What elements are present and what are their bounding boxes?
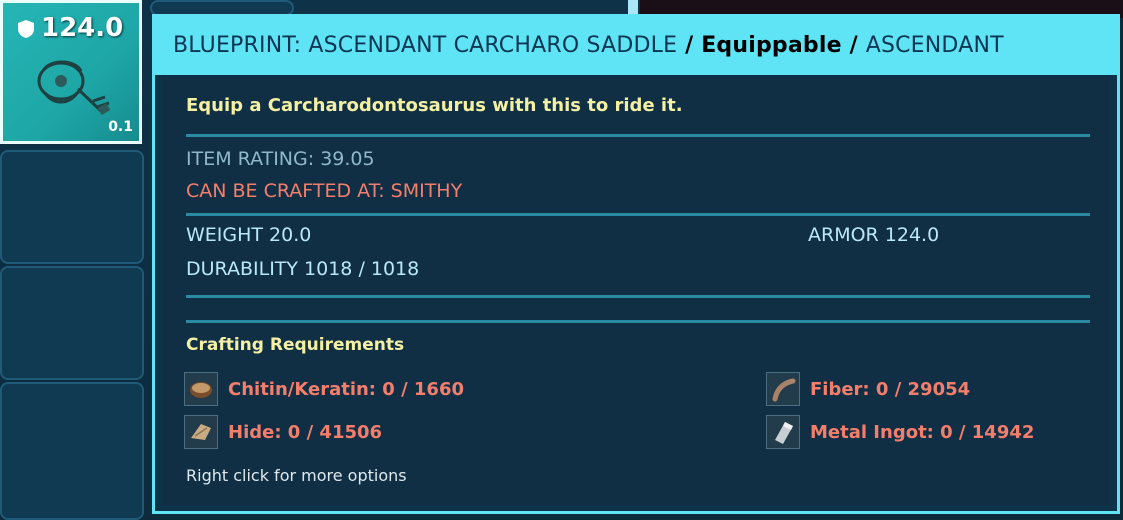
divider	[186, 320, 1090, 323]
requirement-hide: Hide: 0 / 41506	[184, 414, 382, 450]
slot-weight: 0.1	[108, 119, 133, 135]
requirement-label: Hide: 0 / 41506	[228, 421, 383, 443]
shield-icon	[18, 20, 34, 38]
requirement-chitin: Chitin/Keratin: 0 / 1660	[184, 371, 464, 407]
item-quality: ASCENDANT	[865, 33, 1004, 58]
divider	[186, 213, 1090, 216]
metal-ingot-icon	[766, 415, 800, 449]
item-description: Equip a Carcharodontosaurus with this to…	[186, 95, 683, 116]
weight-stat: WEIGHT 20.0	[186, 224, 312, 246]
crafting-requirements-title: Crafting Requirements	[186, 335, 405, 355]
requirement-metal-ingot: Metal Ingot: 0 / 14942	[766, 414, 1034, 450]
title-separator: /	[841, 33, 866, 58]
requirement-label: Metal Ingot: 0 / 14942	[810, 421, 1035, 443]
tooltip-title: BLUEPRINT: ASCENDANT CARCHARO SADDLE / E…	[173, 33, 1004, 58]
armor-stat: ARMOR 124.0	[808, 224, 940, 246]
fiber-icon	[766, 372, 800, 406]
tooltip-header: BLUEPRINT: ASCENDANT CARCHARO SADDLE / E…	[155, 17, 1117, 75]
divider	[186, 134, 1090, 137]
requirement-fiber: Fiber: 0 / 29054	[766, 371, 970, 407]
crafted-at: CAN BE CRAFTED AT: SMITHY	[186, 180, 463, 202]
item-rating: ITEM RATING: 39.05	[186, 148, 375, 170]
title-separator: /	[677, 33, 702, 58]
requirement-label: Chitin/Keratin: 0 / 1660	[228, 378, 465, 400]
chitin-icon	[184, 372, 218, 406]
durability-stat: DURABILITY 1018 / 1018	[186, 258, 420, 280]
saddle-icon	[37, 60, 111, 115]
item-slot-selected[interactable]: 124.0 0.1	[0, 0, 142, 144]
inventory-slot[interactable]	[0, 266, 144, 380]
item-type: Equippable	[701, 33, 842, 58]
context-hint: Right click for more options	[186, 466, 407, 485]
slot-armor-value: 124.0	[41, 13, 124, 43]
hide-icon	[184, 415, 218, 449]
inventory-slot[interactable]	[0, 150, 144, 264]
inventory-slot[interactable]	[0, 382, 144, 520]
divider	[186, 295, 1090, 298]
item-name: BLUEPRINT: ASCENDANT CARCHARO SADDLE	[173, 33, 678, 58]
requirement-label: Fiber: 0 / 29054	[810, 378, 971, 400]
